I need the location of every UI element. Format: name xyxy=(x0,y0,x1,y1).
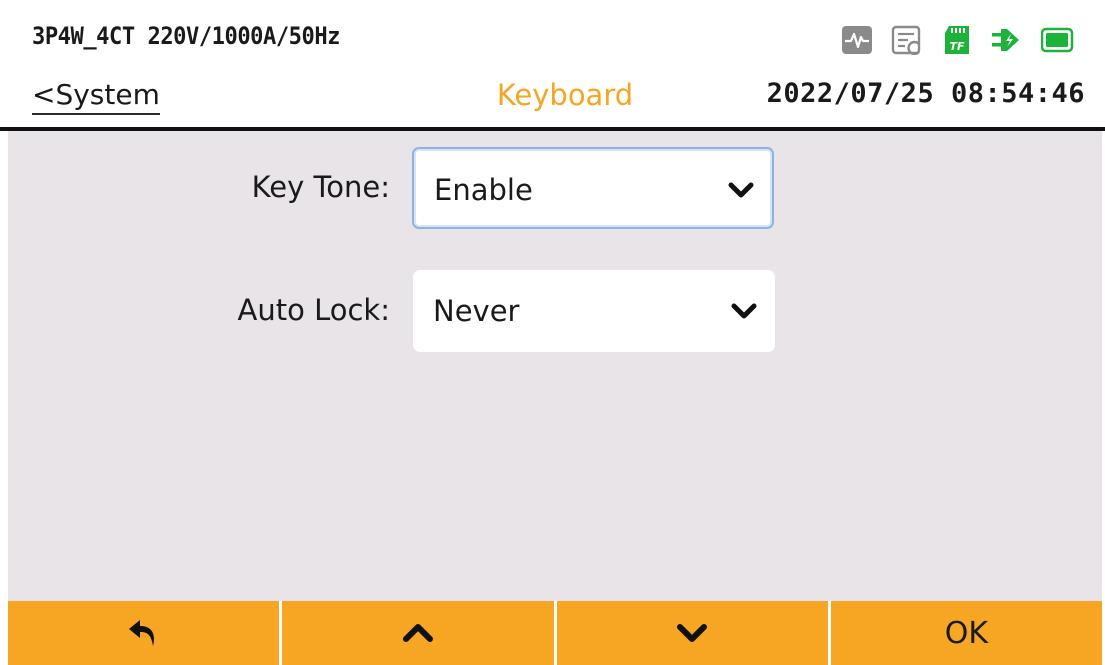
down-button[interactable] xyxy=(553,601,828,665)
settings-panel: Key Tone: Enable Auto Lock: Never xyxy=(8,131,1102,601)
wiring-config: 3P4W_4CT 220V/1000A/50Hz xyxy=(32,22,340,50)
tf-text: TF xyxy=(949,40,965,53)
auto-lock-row: Auto Lock: Never xyxy=(8,270,1102,352)
page-title: Keyboard xyxy=(496,78,634,112)
power-plug-icon xyxy=(991,25,1023,55)
chevron-down-icon xyxy=(731,303,757,319)
key-tone-row: Key Tone: Enable xyxy=(8,147,1102,229)
ok-button[interactable]: OK xyxy=(827,601,1102,665)
up-button[interactable] xyxy=(279,601,554,665)
auto-lock-label: Auto Lock: xyxy=(237,293,390,327)
key-tone-select[interactable]: Enable xyxy=(412,147,774,229)
up-icon xyxy=(402,624,433,642)
battery-icon xyxy=(1040,25,1074,55)
ok-label: OK xyxy=(944,615,989,651)
chevron-down-icon xyxy=(728,182,754,198)
key-tone-label: Key Tone: xyxy=(251,170,390,204)
key-tone-value: Enable xyxy=(434,173,533,207)
status-icons: TF xyxy=(841,24,1074,56)
waveform-icon xyxy=(841,25,873,55)
return-button[interactable] xyxy=(8,601,280,665)
auto-lock-select[interactable]: Never xyxy=(413,270,775,352)
datetime-display: 2022/07/25 08:54:46 xyxy=(766,78,1085,109)
tf-card-icon: TF xyxy=(941,25,973,55)
softkey-bar: OK xyxy=(8,601,1102,665)
auto-lock-value: Never xyxy=(433,294,520,328)
back-to-system-link[interactable]: <System xyxy=(32,78,160,115)
record-log-icon xyxy=(891,25,923,56)
status-header: 3P4W_4CT 220V/1000A/50Hz TF <System Keyb… xyxy=(0,0,1105,131)
return-icon xyxy=(128,620,154,646)
down-icon xyxy=(677,624,708,642)
